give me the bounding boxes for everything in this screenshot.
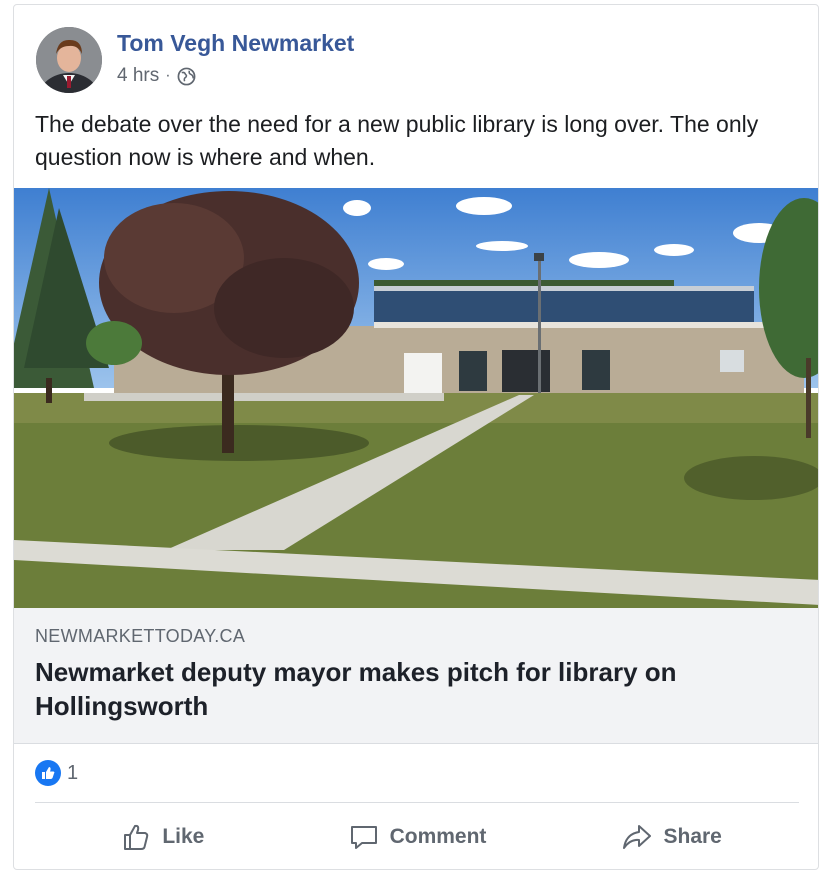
author-name-link[interactable]: Tom Vegh Newmarket [117,30,354,57]
avatar[interactable] [36,27,102,93]
like-reaction-icon [35,760,61,786]
like-button[interactable]: Like [35,811,290,863]
link-preview-image[interactable] [14,188,819,608]
comment-label: Comment [389,825,487,848]
post-text: The debate over the need for a new publi… [35,111,759,170]
post-meta: 4 hrs · [117,65,196,87]
meta-separator: · [165,67,171,84]
link-preview-footer[interactable]: NEWMARKETTODAY.CA Newmarket deputy mayor… [14,608,818,744]
like-label: Like [162,825,205,848]
actions-divider [35,802,799,803]
link-title[interactable]: Newmarket deputy mayor makes pitch for l… [35,655,775,723]
thumbs-up-icon [124,824,149,850]
reactions-summary[interactable]: 1 [35,760,78,786]
post-actions-bar: Like Comment Share [35,811,799,863]
profile-photo [36,27,102,93]
post-card: Tom Vegh Newmarket 4 hrs · The debate ov… [13,4,819,870]
share-arrow-icon [623,825,652,849]
comment-button[interactable]: Comment [290,811,545,863]
post-timestamp[interactable]: 4 hrs [117,65,159,87]
reaction-count: 1 [67,761,79,784]
link-domain: NEWMARKETTODAY.CA [35,626,246,646]
globe-icon[interactable] [177,67,196,86]
share-button[interactable]: Share [544,811,799,863]
comment-icon [350,826,377,849]
share-label: Share [663,825,722,848]
